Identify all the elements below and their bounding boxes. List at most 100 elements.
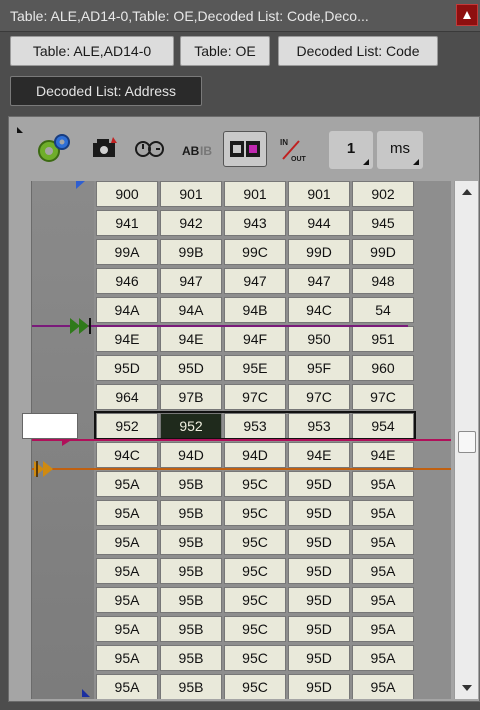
table-cell[interactable]: 947 (224, 268, 286, 294)
table-cell[interactable]: 95B (160, 616, 222, 642)
table-cell[interactable]: 95B (160, 529, 222, 555)
table-cell[interactable]: 95A (352, 500, 414, 526)
table-cell[interactable]: 947 (288, 268, 350, 294)
table-cell[interactable]: 94B (224, 297, 286, 323)
table-row[interactable]: 946 947 947 947 948 (96, 268, 416, 297)
table-cell[interactable]: 948 (352, 268, 414, 294)
table-cell[interactable]: 943 (224, 210, 286, 236)
table-cell[interactable]: 95D (288, 529, 350, 555)
table-cell[interactable]: 94E (96, 326, 158, 352)
table-row[interactable]: 900 901 901 901 902 (96, 181, 416, 210)
settings-gear-icon[interactable] (33, 131, 75, 167)
table-cell[interactable]: 95A (352, 471, 414, 497)
table-cell[interactable]: 95C (224, 587, 286, 613)
clock-sync-icon[interactable] (131, 131, 167, 167)
table-cell[interactable]: 95B (160, 674, 222, 699)
table-row[interactable]: 964 97B 97C 97C 97C (96, 384, 416, 413)
table-cell[interactable]: 901 (288, 181, 350, 207)
table-cell[interactable]: 95A (96, 529, 158, 555)
table-cell[interactable]: 95C (224, 500, 286, 526)
scroll-up-icon[interactable] (462, 189, 472, 195)
table-cell[interactable]: 951 (352, 326, 414, 352)
table-cell[interactable]: 99D (288, 239, 350, 265)
vertical-scrollbar[interactable] (454, 181, 478, 699)
table-cell[interactable]: 95F (288, 355, 350, 381)
table-cell[interactable]: 95B (160, 471, 222, 497)
table-cell[interactable]: 95D (288, 558, 350, 584)
table-cell[interactable]: 95D (288, 500, 350, 526)
table-cell[interactable]: 94A (96, 297, 158, 323)
table-cell[interactable]: 95D (288, 674, 350, 699)
tab-table-oe[interactable]: Table: OE (180, 36, 270, 66)
ab-compare-icon[interactable]: AB IB (179, 131, 217, 167)
scroll-down-icon[interactable] (462, 685, 472, 691)
table-row[interactable]: 94C 94D 94D 94E 94E (96, 442, 416, 471)
table-cell[interactable]: 94C (288, 297, 350, 323)
table-row[interactable]: 95A 95B 95C 95D 95A (96, 587, 416, 616)
tab-decoded-list-code[interactable]: Decoded List: Code (278, 36, 438, 66)
table-cell[interactable]: 54 (352, 297, 414, 323)
table-row[interactable]: 95A 95B 95C 95D 95A (96, 500, 416, 529)
table-cell[interactable]: 946 (96, 268, 158, 294)
table-cell[interactable]: 97B (160, 384, 222, 410)
table-cell[interactable]: 94A (160, 297, 222, 323)
orange-marker-icon[interactable] (34, 461, 58, 477)
table-cell[interactable]: 95B (160, 645, 222, 671)
table-cell[interactable]: 95A (96, 471, 158, 497)
tab-decoded-list-address[interactable]: Decoded List: Address (10, 76, 202, 106)
listing-grid[interactable]: 900 901 901 901 902 941 942 943 944 945 99A 99B 99C 9… (31, 181, 451, 699)
green-marker-icon[interactable] (70, 318, 94, 334)
table-cell[interactable]: 95A (352, 674, 414, 699)
table-cell[interactable]: 953 (288, 413, 350, 439)
table-cell[interactable]: 95E (224, 355, 286, 381)
table-cell[interactable]: 945 (352, 210, 414, 236)
table-cell[interactable]: 942 (160, 210, 222, 236)
display-mode-icon[interactable] (223, 131, 267, 167)
table-cell[interactable]: 94D (224, 442, 286, 468)
time-unit-select[interactable]: ms (377, 131, 423, 169)
table-cell[interactable]: 94F (224, 326, 286, 352)
table-cell[interactable]: 95B (160, 558, 222, 584)
table-cell[interactable]: 97C (224, 384, 286, 410)
scroll-thumb[interactable] (458, 431, 476, 453)
close-button[interactable] (456, 4, 478, 26)
table-cell[interactable]: 941 (96, 210, 158, 236)
table-cell[interactable]: 95A (96, 674, 158, 699)
table-cell[interactable]: 95D (288, 616, 350, 642)
table-cell[interactable]: 964 (96, 384, 158, 410)
table-row[interactable]: 94A 94A 94B 94C 54 (96, 297, 416, 326)
table-cell[interactable]: 94C (96, 442, 158, 468)
table-cell[interactable]: 947 (160, 268, 222, 294)
table-cell[interactable]: 95A (96, 500, 158, 526)
table-cell[interactable]: 95D (288, 645, 350, 671)
table-cell[interactable]: 954 (352, 413, 414, 439)
table-row[interactable]: 95A 95B 95C 95D 95A (96, 529, 416, 558)
table-cell[interactable]: 94D (160, 442, 222, 468)
table-cell[interactable]: 95C (224, 616, 286, 642)
in-out-icon[interactable]: IN OUT (277, 131, 313, 167)
table-cell[interactable]: 94E (288, 442, 350, 468)
table-cell[interactable]: 95D (288, 471, 350, 497)
table-cell[interactable]: 901 (224, 181, 286, 207)
camera-icon[interactable] (89, 131, 121, 167)
table-cell[interactable]: 95C (224, 645, 286, 671)
table-cell[interactable]: 952 (96, 413, 158, 439)
table-cell[interactable]: 953 (224, 413, 286, 439)
table-row[interactable]: 95A 95B 95C 95D 95A (96, 616, 416, 645)
table-cell[interactable]: 95A (96, 616, 158, 642)
table-cell[interactable]: 95C (224, 674, 286, 699)
table-row[interactable]: 95A 95B 95C 95D 95A (96, 471, 416, 500)
table-row[interactable]: 95D 95D 95E 95F 960 (96, 355, 416, 384)
table-row[interactable]: 941 942 943 944 945 (96, 210, 416, 239)
table-cell[interactable]: 960 (352, 355, 414, 381)
table-cell[interactable]: 952 (160, 413, 222, 439)
table-cell[interactable]: 95A (352, 587, 414, 613)
table-cell[interactable]: 95A (352, 529, 414, 555)
table-cell[interactable]: 95C (224, 529, 286, 555)
table-cell[interactable]: 95D (96, 355, 158, 381)
table-cell[interactable]: 99B (160, 239, 222, 265)
table-cell[interactable]: 94E (352, 442, 414, 468)
table-cell[interactable]: 901 (160, 181, 222, 207)
table-cell[interactable]: 94E (160, 326, 222, 352)
table-row[interactable]: 95A 95B 95C 95D 95A (96, 674, 416, 699)
